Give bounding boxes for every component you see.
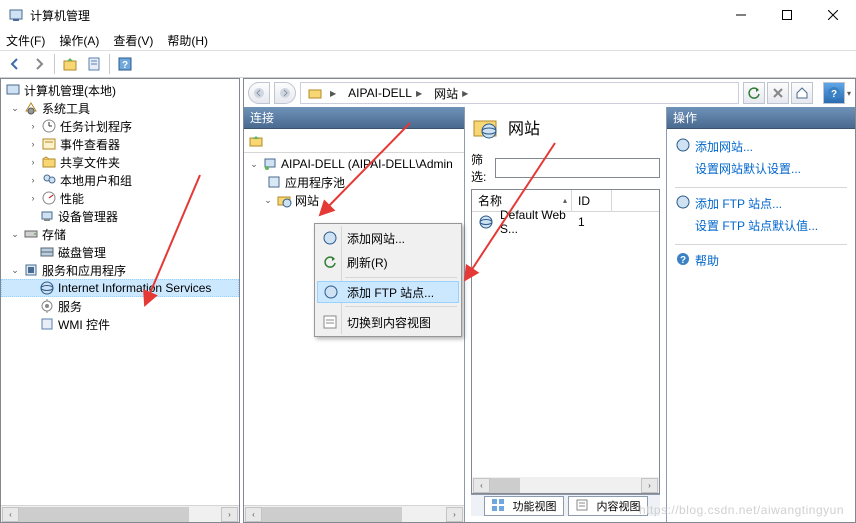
breadcrumb-bar: ▶ AIPAI-DELL▶ 网站▶ ? ▾ — [244, 79, 855, 107]
ctx-switch-view[interactable]: 切换到内容视图 — [317, 310, 459, 334]
globe-icon — [322, 230, 338, 246]
action-help[interactable]: ?帮助 — [675, 249, 847, 272]
menubar: 文件(F) 操作(A) 查看(V) 帮助(H) — [0, 30, 856, 50]
toolbar: ? — [0, 50, 856, 78]
back-button[interactable] — [4, 53, 26, 75]
filter-input[interactable] — [495, 158, 660, 178]
refresh-nav-button[interactable] — [743, 82, 765, 104]
tree-performance[interactable]: ›性能 — [1, 189, 239, 207]
tree-services[interactable]: 服务 — [1, 297, 239, 315]
ctx-add-ftp-site[interactable]: 添加 FTP 站点... — [317, 281, 459, 303]
tree-wmi[interactable]: WMI 控件 — [1, 315, 239, 333]
content-view-icon — [322, 314, 338, 330]
col-id[interactable]: ID — [572, 190, 612, 211]
action-site-defaults[interactable]: 设置网站默认设置... — [675, 158, 847, 183]
conn-hscrollbar[interactable]: ‹ › — [244, 505, 464, 522]
close-button[interactable] — [810, 0, 856, 30]
nav-back-button[interactable] — [248, 82, 270, 104]
svg-text:?: ? — [122, 60, 128, 71]
app-icon — [8, 7, 24, 23]
tree-iis[interactable]: Internet Information Services — [1, 279, 239, 297]
tree-root[interactable]: 计算机管理(本地) — [1, 81, 239, 99]
tree-system-tools[interactable]: ⌄系统工具 — [1, 99, 239, 117]
minimize-button[interactable] — [718, 0, 764, 30]
help-nav-button[interactable]: ? — [823, 82, 845, 104]
tab-features-view[interactable]: 功能视图 — [484, 496, 564, 516]
refresh-icon — [322, 254, 338, 270]
col-name[interactable]: 名称▴ — [472, 190, 572, 211]
menu-help[interactable]: 帮助(H) — [167, 32, 208, 49]
list-hscrollbar[interactable]: ‹ › — [471, 477, 660, 494]
nav-forward-button[interactable] — [274, 82, 296, 104]
tree-event-viewer[interactable]: ›事件查看器 — [1, 135, 239, 153]
ctx-refresh[interactable]: 刷新(R) — [317, 250, 459, 274]
action-add-website[interactable]: 添加网站... — [675, 135, 847, 158]
home-nav-button[interactable] — [791, 82, 813, 104]
forward-button[interactable] — [28, 53, 50, 75]
tree-local-users[interactable]: ›本地用户和组 — [1, 171, 239, 189]
conn-app-pools[interactable]: 应用程序池 — [244, 173, 464, 191]
globe-icon — [323, 284, 339, 300]
connections-header: 连接 — [244, 107, 464, 129]
svg-text:?: ? — [831, 89, 837, 100]
globe-icon — [675, 194, 691, 210]
list-row[interactable]: Default Web S... 1 — [472, 212, 659, 232]
maximize-button[interactable] — [764, 0, 810, 30]
svg-text:?: ? — [680, 255, 686, 266]
help-icon: ? — [675, 251, 691, 267]
menu-action[interactable]: 操作(A) — [59, 32, 99, 49]
tree-shared-folders[interactable]: ›共享文件夹 — [1, 153, 239, 171]
breadcrumb[interactable]: ▶ AIPAI-DELL▶ 网站▶ — [300, 82, 739, 104]
context-menu: 添加网站... 刷新(R) 添加 FTP 站点... 切换到内容视图 — [314, 223, 462, 337]
menu-file[interactable]: 文件(F) — [6, 32, 45, 49]
sites-list[interactable]: 名称▴ ID Default Web S... 1 — [471, 189, 660, 478]
tree-storage[interactable]: ⌄存储 — [1, 225, 239, 243]
content-title: 网站 — [508, 115, 540, 139]
tree-task-scheduler[interactable]: ›任务计划程序 — [1, 117, 239, 135]
actions-panel: 操作 添加网站... 设置网站默认设置... 添加 FTP 站点... 设置 F… — [667, 107, 855, 522]
up-button[interactable] — [59, 53, 81, 75]
features-icon — [491, 498, 507, 514]
action-ftp-defaults[interactable]: 设置 FTP 站点默认值... — [675, 215, 847, 240]
stop-nav-button[interactable] — [767, 82, 789, 104]
tree-services-apps[interactable]: ⌄服务和应用程序 — [1, 261, 239, 279]
tree-disk-management[interactable]: 磁盘管理 — [1, 243, 239, 261]
globe-icon — [478, 214, 494, 230]
left-tree-panel: 计算机管理(本地) ⌄系统工具 ›任务计划程序 ›事件查看器 ›共享文件夹 ›本… — [0, 78, 240, 523]
watermark: https://blog.csdn.net/aiwangtingyun — [639, 503, 844, 517]
left-tree[interactable]: 计算机管理(本地) ⌄系统工具 ›任务计划程序 ›事件查看器 ›共享文件夹 ›本… — [1, 79, 239, 505]
tab-content-view[interactable]: 内容视图 — [568, 496, 648, 516]
conn-server-node[interactable]: ⌄AIPAI-DELL (AIPAI-DELL\Admin — [244, 155, 464, 173]
connections-toolbar — [244, 129, 464, 153]
action-add-ftp-site[interactable]: 添加 FTP 站点... — [675, 192, 847, 215]
properties-button[interactable] — [83, 53, 105, 75]
tree-device-manager[interactable]: 设备管理器 — [1, 207, 239, 225]
titlebar: 计算机管理 — [0, 0, 856, 30]
sites-icon — [471, 113, 499, 141]
ctx-add-website[interactable]: 添加网站... — [317, 226, 459, 250]
left-hscrollbar[interactable]: ‹ › — [1, 505, 239, 522]
folder-up-icon[interactable] — [248, 133, 264, 149]
content-icon — [575, 498, 591, 514]
help-button[interactable]: ? — [114, 53, 136, 75]
conn-sites[interactable]: ⌄网站 — [244, 191, 464, 209]
filter-label: 筛选: — [471, 151, 491, 185]
content-panel: 网站 筛选: 名称▴ ID Default Web S... 1 — [464, 107, 667, 522]
globe-icon — [675, 137, 691, 153]
folder-icon — [307, 85, 323, 101]
menu-view[interactable]: 查看(V) — [113, 32, 153, 49]
actions-header: 操作 — [667, 107, 855, 129]
window-title: 计算机管理 — [30, 7, 718, 24]
